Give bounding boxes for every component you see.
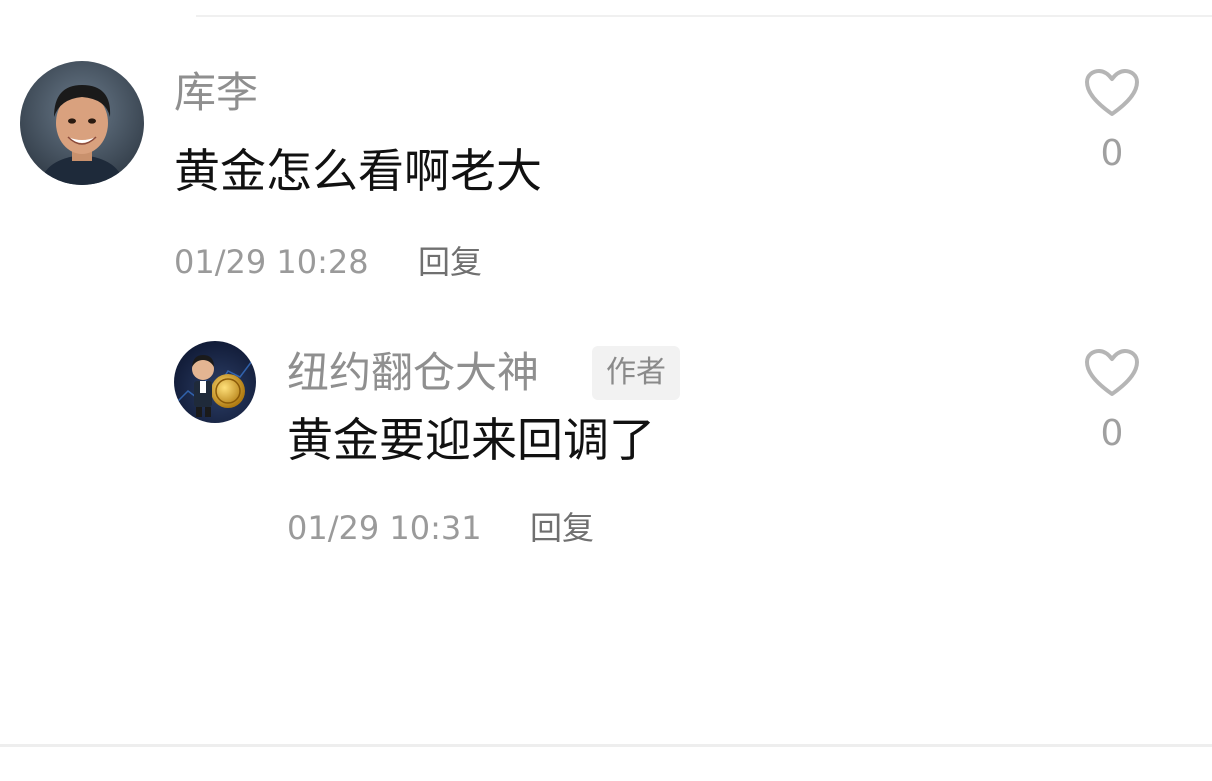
reply-button[interactable]: 回复: [530, 512, 594, 544]
author-avatar[interactable]: [174, 341, 256, 423]
reply-item: 纽约翻仓大神 作者 黄金要迎来回调了 01/29 10:31 回复 0: [0, 0, 1212, 600]
comment-thread: 库李 黄金怎么看啊老大 01/29 10:28 回复 0 纽约翻仓大神 作者 黄…: [0, 0, 1212, 781]
like-button[interactable]: 0: [1082, 348, 1142, 452]
bottom-divider: [0, 744, 1212, 747]
comment-timestamp: 01/29 10:31: [287, 509, 482, 547]
like-count: 0: [1100, 413, 1124, 454]
author-badge: 作者: [592, 346, 680, 400]
comment-text: 黄金要迎来回调了: [287, 413, 655, 467]
heart-outline-icon: [1082, 348, 1142, 398]
username[interactable]: 纽约翻仓大神: [287, 352, 539, 394]
